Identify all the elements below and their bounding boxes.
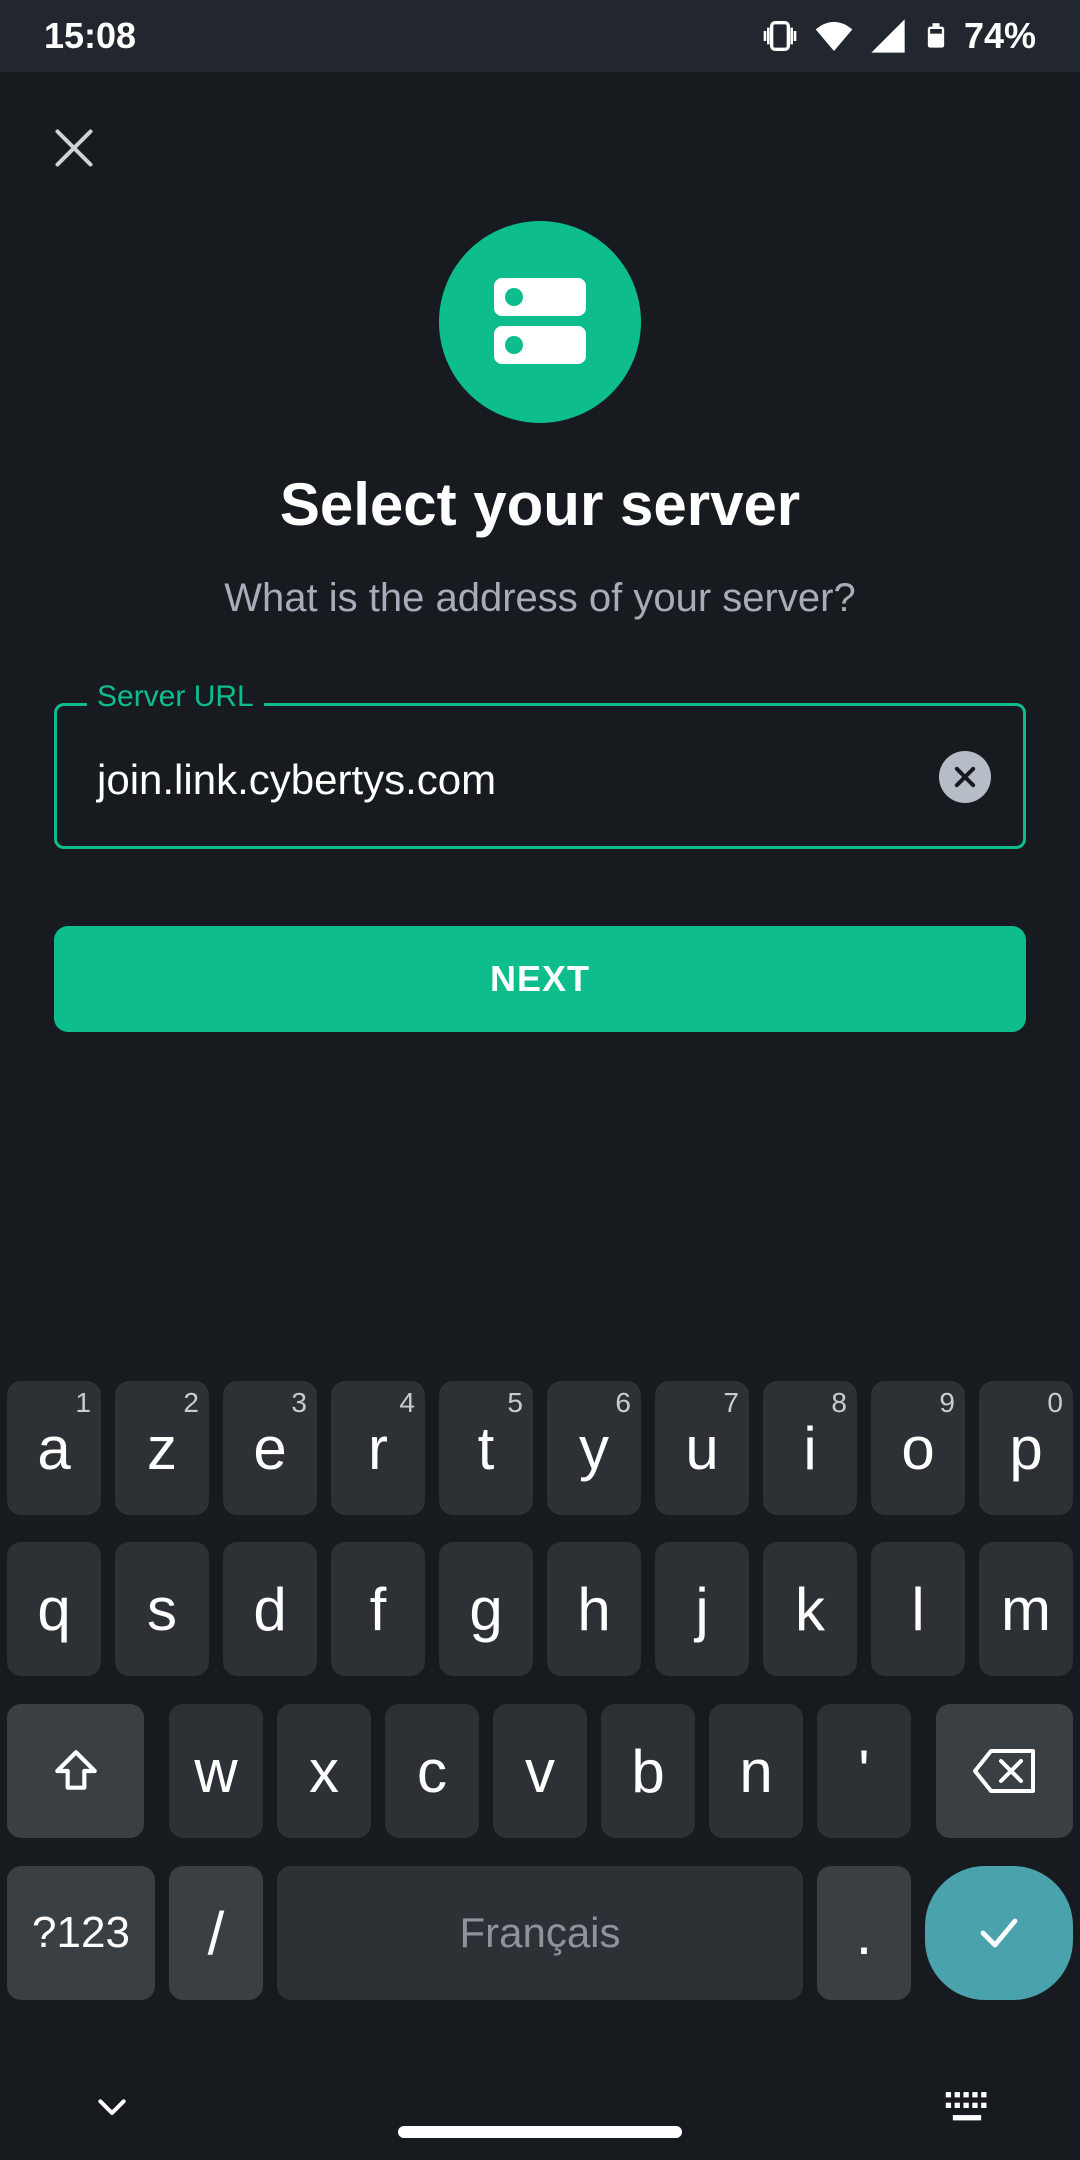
key-d[interactable]: d — [223, 1542, 317, 1676]
shift-icon — [54, 1750, 97, 1790]
key-n[interactable]: n — [709, 1704, 803, 1838]
key-k[interactable]: k — [763, 1542, 857, 1676]
page-subtitle: What is the address of your server? — [224, 576, 856, 620]
key-s[interactable]: s — [115, 1542, 209, 1676]
battery-icon — [927, 23, 945, 48]
key-hint: 2 — [183, 1387, 199, 1418]
key-a[interactable]: a1 — [7, 1381, 101, 1515]
key-w[interactable]: w — [169, 1704, 263, 1838]
key-t[interactable]: t5 — [439, 1381, 533, 1515]
signal-icon — [871, 19, 905, 53]
key-g[interactable]: g — [439, 1542, 533, 1676]
key-hint: 6 — [615, 1387, 631, 1418]
key-p[interactable]: p0 — [979, 1381, 1073, 1515]
key-l[interactable]: l — [871, 1542, 965, 1676]
key-hint: 3 — [291, 1387, 307, 1418]
key-hint: 7 — [723, 1387, 739, 1418]
key-label: z — [147, 1414, 177, 1482]
key-hint: 9 — [939, 1387, 955, 1418]
key-f[interactable]: f — [331, 1542, 425, 1676]
server-icon — [494, 278, 586, 364]
key-v[interactable]: v — [493, 1704, 587, 1838]
page-title: Select your server — [279, 471, 801, 538]
key-label: u — [685, 1414, 719, 1482]
key-label: t — [477, 1414, 495, 1482]
clear-url-button[interactable] — [939, 751, 991, 803]
shift-key[interactable] — [7, 1704, 144, 1838]
key-period[interactable]: . — [817, 1866, 911, 2000]
server-logo — [439, 221, 641, 423]
enter-key[interactable] — [925, 1866, 1073, 2000]
key-b[interactable]: b — [601, 1704, 695, 1838]
key-label: r — [368, 1414, 388, 1482]
battery-level: 74% — [963, 15, 1036, 56]
key-i[interactable]: i8 — [763, 1381, 857, 1515]
key-label: y — [579, 1414, 609, 1482]
server-url-label: Server URL — [87, 680, 264, 714]
status-bar: 15:08 74% — [0, 0, 1080, 72]
key-hint: 8 — [831, 1387, 847, 1418]
key-x[interactable]: x — [277, 1704, 371, 1838]
key-q[interactable]: q — [7, 1542, 101, 1676]
keyboard-icon[interactable] — [944, 2090, 990, 2126]
key-label: e — [253, 1414, 287, 1482]
key-apostrophe[interactable]: ' — [817, 1704, 911, 1838]
key-hint: 4 — [399, 1387, 415, 1418]
home-handle[interactable] — [398, 2126, 682, 2138]
key-hint: 1 — [75, 1387, 91, 1418]
key-y[interactable]: y6 — [547, 1381, 641, 1515]
key-c[interactable]: c — [385, 1704, 479, 1838]
key-label: a — [37, 1414, 71, 1482]
space-key[interactable]: Français — [277, 1866, 803, 2000]
backspace-icon — [972, 1749, 1035, 1793]
status-time: 15:08 — [44, 15, 137, 56]
backspace-key[interactable] — [936, 1704, 1073, 1838]
key-m[interactable]: m — [979, 1542, 1073, 1676]
close-button[interactable] — [46, 120, 102, 176]
symbols-key[interactable]: ?123 — [7, 1866, 155, 2000]
key-hint: 0 — [1047, 1387, 1063, 1418]
checkmark-icon — [980, 1918, 1018, 1948]
vibrate-icon — [763, 21, 797, 51]
close-icon — [55, 129, 93, 167]
wifi-icon — [815, 21, 853, 51]
key-r[interactable]: r4 — [331, 1381, 425, 1515]
key-label: o — [901, 1414, 935, 1482]
status-icons: 74% — [760, 15, 1036, 57]
key-e[interactable]: e3 — [223, 1381, 317, 1515]
server-url-input[interactable]: join.link.cybertys.com — [97, 756, 496, 804]
key-o[interactable]: o9 — [871, 1381, 965, 1515]
key-u[interactable]: u7 — [655, 1381, 749, 1515]
clear-icon — [954, 766, 976, 788]
key-slash[interactable]: / — [169, 1866, 263, 2000]
key-label: p — [1009, 1414, 1043, 1482]
key-hint: 5 — [507, 1387, 523, 1418]
next-button[interactable]: NEXT — [54, 926, 1026, 1032]
key-label: i — [803, 1414, 817, 1482]
chevron-down-icon[interactable] — [92, 2088, 132, 2128]
server-url-field[interactable]: Server URL join.link.cybertys.com — [54, 680, 1026, 849]
key-h[interactable]: h — [547, 1542, 641, 1676]
key-z[interactable]: z2 — [115, 1381, 209, 1515]
navigation-bar — [0, 2040, 1080, 2160]
key-j[interactable]: j — [655, 1542, 749, 1676]
